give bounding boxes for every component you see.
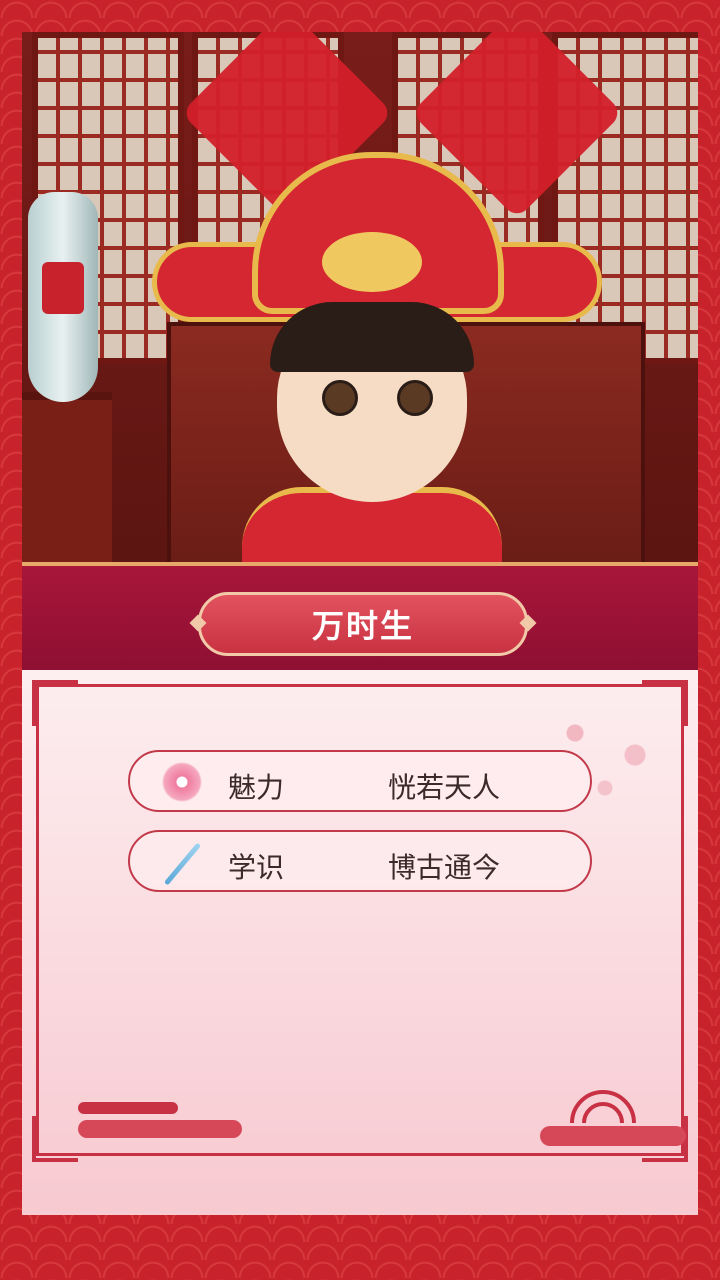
vase-stand bbox=[22, 392, 112, 562]
attribute-row-knowledge: 学识 博古通今 bbox=[128, 830, 592, 892]
attribute-row-charm: 魅力 恍若天人 bbox=[128, 750, 592, 812]
double-happiness-mark bbox=[42, 262, 84, 314]
right-eye bbox=[397, 380, 433, 416]
attribute-label: 魅力 bbox=[228, 771, 285, 804]
porcelain-vase bbox=[28, 192, 98, 402]
attribute-label: 学识 bbox=[228, 851, 285, 884]
character-avatar bbox=[152, 112, 602, 562]
character-name: 万时生 bbox=[311, 607, 414, 645]
attribute-value: 恍若天人 bbox=[388, 771, 501, 804]
character-name-plate: 万时生 bbox=[198, 592, 528, 656]
attribute-value: 博古通今 bbox=[388, 851, 501, 884]
scroll-ornament-left bbox=[78, 1102, 242, 1138]
plum-blossom-icon bbox=[160, 760, 204, 804]
hat-emblem bbox=[322, 232, 422, 292]
frame-corner-top-left bbox=[32, 680, 78, 726]
left-eye bbox=[322, 380, 358, 416]
frame-corner-bottom-left bbox=[32, 1116, 78, 1162]
character-hair bbox=[270, 302, 474, 372]
character-portrait-scene bbox=[22, 32, 698, 562]
cloud-ornament-right bbox=[540, 1090, 686, 1146]
brush-icon bbox=[160, 840, 204, 884]
